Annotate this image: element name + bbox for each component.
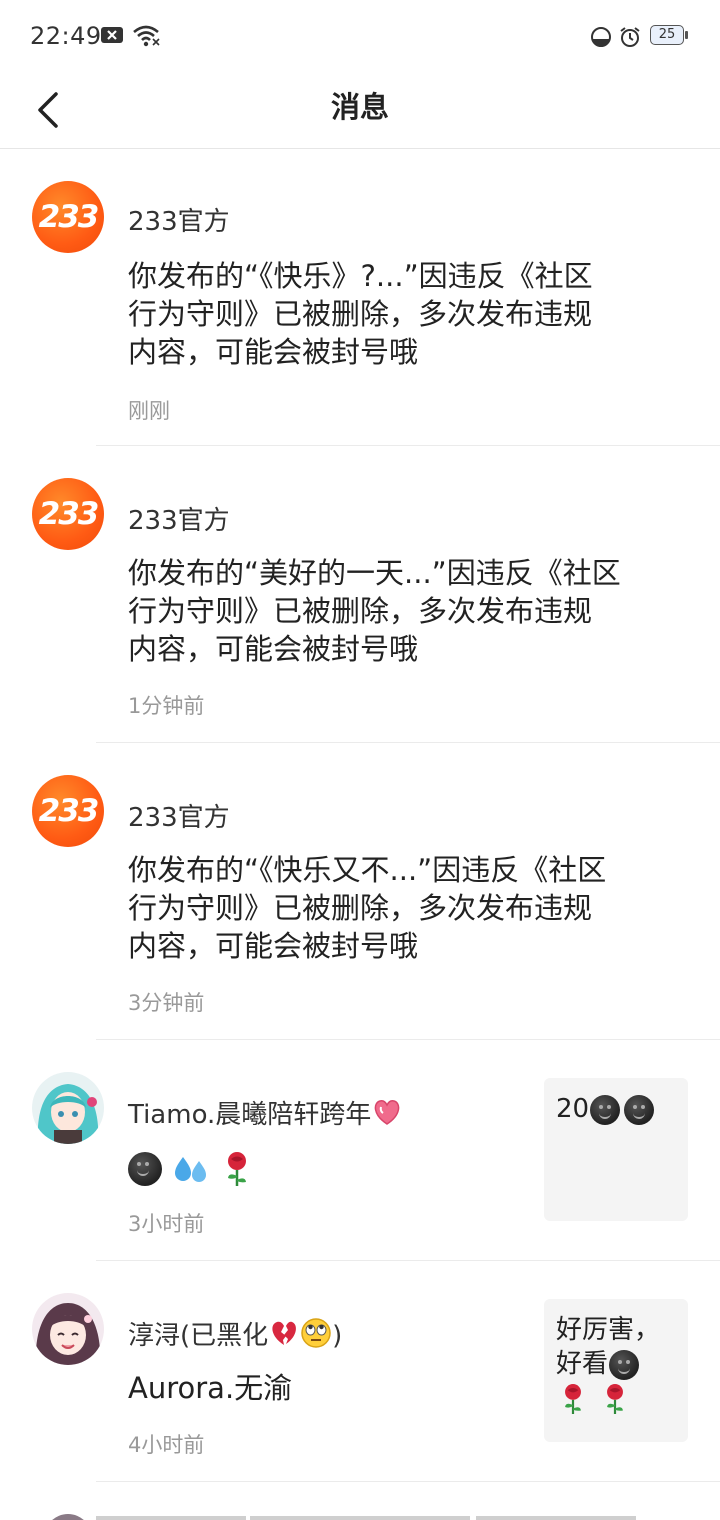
message-body: 你发布的“《快乐又不...”因违反《社区 行为守则》已被删除，多次发布违规 内容…	[128, 851, 648, 965]
quoted-content-preview[interactable]: 好厉害， 好看	[544, 1299, 688, 1442]
message-line: 行为守则》已被删除，多次发布违规	[128, 594, 593, 628]
avatar[interactable]: 233	[32, 181, 104, 253]
page-title: 消息	[330, 90, 389, 124]
message-time: 4小时前	[128, 1433, 205, 1457]
message-line: 内容，可能会被封号哦	[128, 929, 419, 963]
status-bar: 22:49 25	[0, 0, 720, 72]
message-item[interactable]: 淳浔(已黑化) Aurora.无渝 4小时前 好厉害， 好看	[0, 1261, 720, 1483]
sender-name: Tiamo.晨曦陪轩跨年	[128, 1094, 403, 1131]
dark-smile-emoji	[609, 1349, 640, 1380]
message-line: 你发布的“《快乐又不...”因违反《社区	[128, 853, 607, 887]
rose-emoji	[228, 1152, 247, 1186]
sender-name-text: Tiamo.晨曦陪轩跨年	[128, 1100, 372, 1130]
message-time: 3分钟前	[128, 991, 205, 1015]
quote-line: 好厉害，	[556, 1315, 661, 1345]
quote-text: 20	[556, 1094, 590, 1124]
sender-name: 233官方	[128, 803, 230, 833]
rose-emoji	[565, 1383, 581, 1414]
eye-roll-emoji	[301, 1318, 331, 1348]
message-line: 你发布的“《快乐》?...”因违反《社区	[128, 259, 593, 293]
message-body: 你发布的“《快乐》?...”因违反《社区 行为守则》已被删除，多次发布违规 内容…	[128, 257, 648, 371]
sender-name: 233官方	[128, 506, 230, 536]
avatar	[44, 1514, 92, 1520]
message-line: 你发布的“美好的一天...”因违反《社区	[128, 556, 621, 590]
dark-smile-emoji	[128, 1152, 162, 1186]
dark-smile-emoji	[590, 1094, 621, 1125]
sender-name: 233官方	[128, 207, 230, 237]
message-line: 内容，可能会被封号哦	[128, 335, 419, 369]
heart-icon	[374, 1100, 400, 1125]
top-nav-bar: 消息	[0, 72, 720, 149]
message-time: 3小时前	[128, 1212, 205, 1236]
dark-smile-emoji	[624, 1094, 655, 1125]
broken-heart-icon	[272, 1321, 297, 1345]
image-thumbnail	[96, 1516, 246, 1520]
quote-line	[556, 1381, 678, 1416]
message-item[interactable]: 233 233官方 你发布的“美好的一天...”因违反《社区 行为守则》已被删除…	[0, 446, 720, 743]
message-item[interactable]: Tiamo.晨曦陪轩跨年 3小时前 20	[0, 1040, 720, 1261]
avatar[interactable]	[32, 1072, 104, 1144]
sender-name-suffix: )	[332, 1321, 343, 1351]
wifi-icon	[133, 25, 160, 47]
rose-emoji	[607, 1383, 624, 1414]
avatar[interactable]	[32, 1293, 104, 1365]
image-thumbnail	[250, 1516, 470, 1520]
message-time: 1分钟前	[128, 694, 205, 718]
avatar[interactable]: 233	[32, 478, 104, 550]
battery-indicator: 25	[650, 25, 684, 45]
notification-x-icon	[101, 27, 123, 43]
quote-line-text: 好看	[556, 1349, 609, 1379]
divider	[96, 1481, 720, 1482]
message-line: 行为守则》已被删除，多次发布违规	[128, 297, 593, 331]
message-body	[128, 1148, 508, 1188]
next-item-peek	[0, 1510, 720, 1520]
message-time: 刚刚	[128, 399, 170, 423]
message-item[interactable]: 233 233官方 你发布的“《快乐》?...”因违反《社区 行为守则》已被删除…	[0, 149, 720, 446]
sweat-drops-emoji	[175, 1157, 207, 1182]
alarm-icon	[620, 27, 640, 47]
message-line: 内容，可能会被封号哦	[128, 632, 419, 666]
status-time: 22:49	[30, 22, 102, 50]
battery-nub	[685, 31, 688, 39]
avatar[interactable]: 233	[32, 775, 104, 847]
message-body: 你发布的“美好的一天...”因违反《社区 行为守则》已被删除，多次发布违规 内容…	[128, 554, 648, 668]
quote-line: 好看	[556, 1347, 678, 1381]
message-line: 行为守则》已被删除，多次发布违规	[128, 891, 593, 925]
sender-name: 淳浔(已黑化)	[128, 1315, 342, 1352]
sender-name-text: 淳浔(已黑化	[128, 1321, 269, 1351]
image-thumbnail	[476, 1516, 636, 1520]
data-saver-icon	[591, 27, 611, 47]
quoted-content-preview[interactable]: 20	[544, 1078, 688, 1221]
message-item[interactable]: 233 233官方 你发布的“《快乐又不...”因违反《社区 行为守则》已被删除…	[0, 743, 720, 1040]
